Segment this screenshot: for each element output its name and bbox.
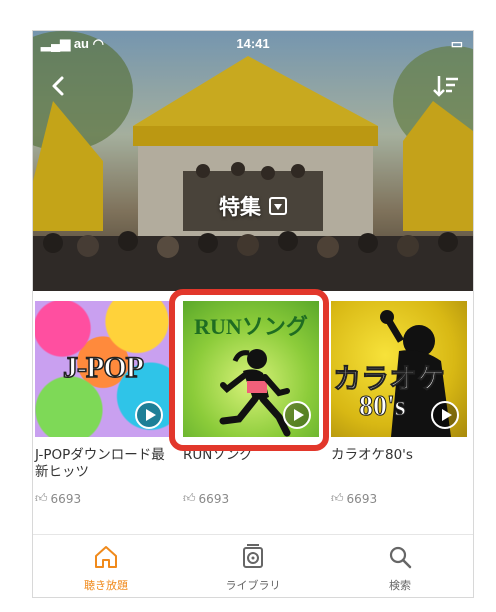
- playlist-card-karaoke[interactable]: カラオケ 80's カラオケ80's 👍︎ 6693: [331, 301, 467, 506]
- like-count-value: 6693: [50, 491, 82, 506]
- playlist-artwork: J-POP: [35, 301, 171, 437]
- search-icon: [389, 546, 412, 569]
- status-time: 14:41: [236, 36, 270, 51]
- category-dropdown[interactable]: 特集: [33, 191, 473, 221]
- play-icon[interactable]: [283, 401, 311, 429]
- playlist-card-jpop[interactable]: J-POP J-POPダウンロード最新ヒッツ 👍︎ 6693: [35, 301, 171, 506]
- tab-library[interactable]: ライブラリ: [180, 535, 326, 597]
- play-icon[interactable]: [135, 401, 163, 429]
- home-icon: [95, 546, 117, 568]
- like-count: 👍︎ 6693: [331, 491, 467, 506]
- like-count-value: 6693: [346, 491, 378, 506]
- artwork-text: J-POP: [62, 350, 144, 385]
- back-arrow-icon[interactable]: [43, 71, 73, 101]
- like-count-value: 6693: [198, 491, 230, 506]
- tab-unlimited[interactable]: 聴き放題: [33, 535, 179, 597]
- sort-icon[interactable]: [431, 71, 461, 101]
- playlist-artwork: カラオケ 80's: [331, 301, 467, 437]
- battery-icon: ▭: [450, 36, 463, 51]
- library-icon: [243, 544, 263, 568]
- hero-title: 特集: [219, 195, 261, 219]
- dropdown-icon: [269, 197, 287, 215]
- artwork-subtext: 80's: [359, 391, 407, 423]
- tab-label: 検索: [389, 579, 411, 592]
- thumbs-up-icon: 👍︎: [331, 491, 344, 505]
- thumbs-up-icon: 👍︎: [183, 491, 196, 505]
- playlist-title: J-POPダウンロード最新ヒッツ: [35, 447, 165, 480]
- tab-label: ライブラリ: [225, 579, 281, 592]
- playlist-title: カラオケ80's: [331, 447, 413, 463]
- tab-search[interactable]: 検索: [327, 535, 473, 597]
- play-icon[interactable]: [431, 401, 459, 429]
- like-count: 👍︎ 6693: [35, 491, 171, 506]
- like-count: 👍︎ 6693: [183, 491, 319, 506]
- tab-label: 聴き放題: [84, 579, 128, 592]
- thumbs-up-icon: 👍︎: [35, 491, 48, 505]
- playlist-card-run[interactable]: RUNソング RUNソング 👍︎ 6693: [183, 301, 319, 506]
- playlist-title: RUNソング: [183, 447, 253, 463]
- tab-bar: 聴き放題 ライブラリ 検索: [33, 534, 473, 597]
- playlist-cards: J-POP J-POPダウンロード最新ヒッツ 👍︎ 6693 RUNソング RU…: [33, 301, 473, 531]
- hero-banner: ▂▄▆ au ◠ 14:41 ▭ 特集: [33, 31, 473, 291]
- phone-screen: ▂▄▆ au ◠ 14:41 ▭ 特集 J-POP J-POPダウンロード最新ヒ…: [32, 30, 474, 598]
- status-bar: ▂▄▆ au ◠ 14:41 ▭: [33, 31, 473, 57]
- playlist-artwork: RUNソング: [183, 301, 319, 437]
- hero-background-image: [33, 31, 473, 291]
